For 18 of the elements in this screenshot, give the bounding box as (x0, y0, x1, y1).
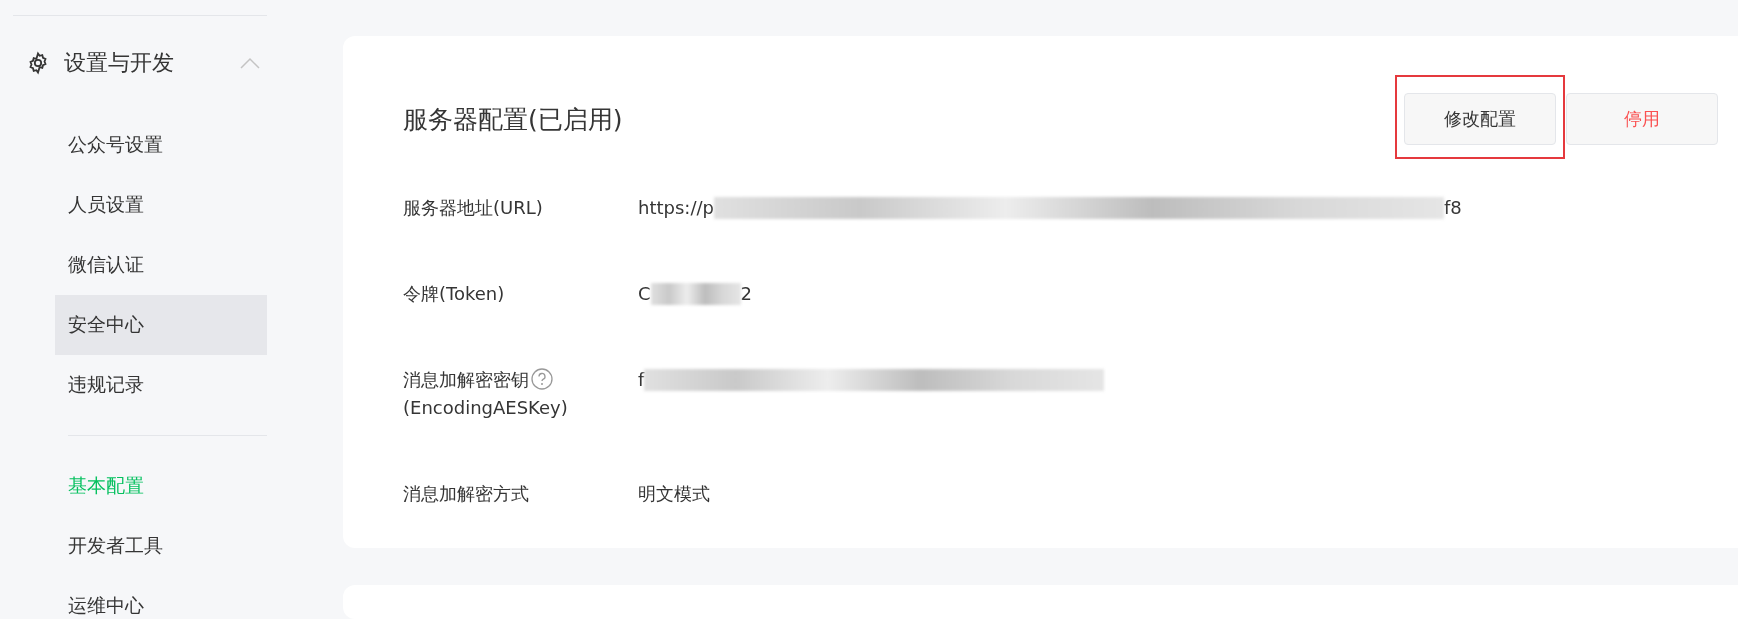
chevron-icon[interactable] (240, 57, 260, 69)
field-label: 消息加解密方式 (403, 483, 529, 504)
field-label: (EncodingAESKey) (403, 397, 568, 418)
field-value: https://p (638, 196, 714, 220)
field-value: 2 (740, 282, 753, 306)
settings-icon (26, 51, 50, 75)
card-title: 服务器配置(已启用) (403, 103, 623, 136)
field-value: f (638, 368, 645, 392)
edit-button[interactable]: 修改配置 (1404, 93, 1556, 145)
field-label: 令牌(Token) (403, 283, 505, 304)
help-icon[interactable] (531, 368, 553, 390)
field-value: f8 (1443, 196, 1462, 220)
field-value: 明文模式 (638, 482, 710, 506)
field-value: C (638, 282, 651, 306)
field-label: 服务器地址(URL) (403, 197, 543, 218)
sidebar-group-title[interactable]: 设置与开发 (64, 48, 240, 78)
field-label: 消息加解密密钥 (403, 369, 529, 390)
sidebar-item[interactable]: 安全中心 (55, 295, 267, 355)
